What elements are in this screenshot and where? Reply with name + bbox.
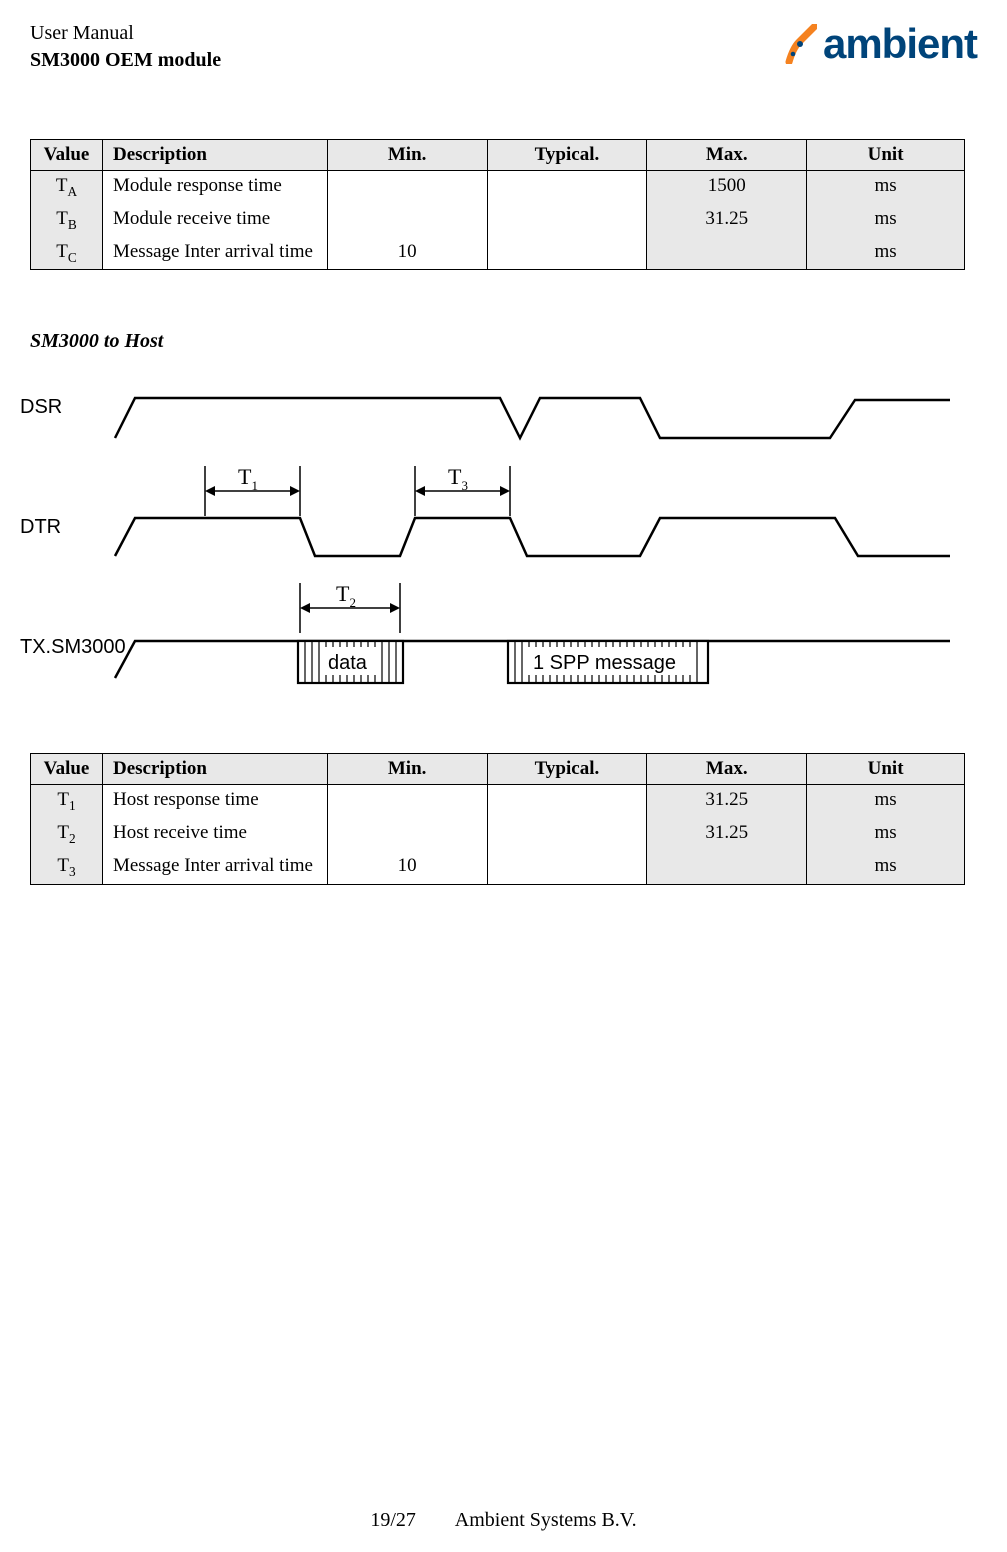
section-title-sm3000-to-host: SM3000 to Host xyxy=(30,330,977,353)
diagram-data-label: data xyxy=(328,652,368,674)
td-typ xyxy=(487,818,647,851)
td-max: 1500 xyxy=(647,171,807,204)
td-min: 10 xyxy=(327,851,487,884)
td-typ xyxy=(487,237,647,270)
th-min: Min. xyxy=(327,140,487,171)
td-max: 31.25 xyxy=(647,818,807,851)
th-unit: Unit xyxy=(807,140,965,171)
td-min: 10 xyxy=(327,237,487,270)
td-unit: ms xyxy=(807,204,965,237)
td-unit: ms xyxy=(807,785,965,818)
td-max: 31.25 xyxy=(647,785,807,818)
logo-text: ambient xyxy=(823,20,977,68)
timing-diagram: .sig { stroke:#000; stroke-width:2.5; fi… xyxy=(20,388,960,688)
td-typ xyxy=(487,785,647,818)
th-max: Max. xyxy=(647,140,807,171)
td-min xyxy=(327,204,487,237)
td-min xyxy=(327,171,487,204)
td-max xyxy=(647,237,807,270)
footer-page-number: 19/27 xyxy=(370,1509,416,1531)
td-desc: Message Inter arrival time xyxy=(102,237,327,270)
page-header: User Manual SM3000 OEM module ambient xyxy=(30,20,977,74)
td-min xyxy=(327,785,487,818)
diagram-spp-label: 1 SPP message xyxy=(533,652,676,674)
signal-label-dsr: DSR xyxy=(20,396,62,418)
table-row: TAModule response time 1500ms xyxy=(31,171,965,204)
diagram-label-t1: T1 xyxy=(238,464,258,493)
table-header-row: Value Description Min. Typical. Max. Uni… xyxy=(31,754,965,785)
td-unit: ms xyxy=(807,851,965,884)
td-unit: ms xyxy=(807,237,965,270)
td-max xyxy=(647,851,807,884)
td-desc: Message Inter arrival time xyxy=(102,851,327,884)
td-min xyxy=(327,818,487,851)
td-value: TC xyxy=(31,237,103,270)
th-value: Value xyxy=(31,754,103,785)
table-row: TBModule receive time 31.25ms xyxy=(31,204,965,237)
page-footer: 19/27 Ambient Systems B.V. xyxy=(0,1509,1007,1532)
td-max: 31.25 xyxy=(647,204,807,237)
td-value: T3 xyxy=(31,851,103,884)
table-row: T1Host response time 31.25ms xyxy=(31,785,965,818)
td-desc: Host receive time xyxy=(102,818,327,851)
th-desc: Description xyxy=(102,754,327,785)
signal-label-dtr: DTR xyxy=(20,516,61,538)
td-desc: Module response time xyxy=(102,171,327,204)
diagram-label-t3: T3 xyxy=(448,464,468,493)
td-value: TA xyxy=(31,171,103,204)
td-unit: ms xyxy=(807,171,965,204)
diagram-label-t2: T2 xyxy=(336,581,356,610)
td-typ xyxy=(487,851,647,884)
logo-mark-icon xyxy=(785,24,817,64)
company-logo: ambient xyxy=(785,20,977,68)
th-typ: Typical. xyxy=(487,140,647,171)
table-row: T3Message Inter arrival time10 ms xyxy=(31,851,965,884)
th-typ: Typical. xyxy=(487,754,647,785)
host-timing-table: Value Description Min. Typical. Max. Uni… xyxy=(30,753,965,884)
td-desc: Host response time xyxy=(102,785,327,818)
td-typ xyxy=(487,204,647,237)
th-desc: Description xyxy=(102,140,327,171)
th-unit: Unit xyxy=(807,754,965,785)
header-title-block: User Manual SM3000 OEM module xyxy=(30,20,221,74)
th-max: Max. xyxy=(647,754,807,785)
table-header-row: Value Description Min. Typical. Max. Uni… xyxy=(31,140,965,171)
td-typ xyxy=(487,171,647,204)
td-value: TB xyxy=(31,204,103,237)
module-timing-table: Value Description Min. Typical. Max. Uni… xyxy=(30,139,965,270)
signal-label-tx: TX.SM3000 xyxy=(20,636,126,658)
th-value: Value xyxy=(31,140,103,171)
th-min: Min. xyxy=(327,754,487,785)
td-value: T1 xyxy=(31,785,103,818)
td-unit: ms xyxy=(807,818,965,851)
table-row: TCMessage Inter arrival time10 ms xyxy=(31,237,965,270)
header-line2: SM3000 OEM module xyxy=(30,47,221,74)
header-line1: User Manual xyxy=(30,20,221,47)
td-value: T2 xyxy=(31,818,103,851)
table-row: T2Host receive time 31.25ms xyxy=(31,818,965,851)
footer-company: Ambient Systems B.V. xyxy=(455,1509,637,1531)
td-desc: Module receive time xyxy=(102,204,327,237)
